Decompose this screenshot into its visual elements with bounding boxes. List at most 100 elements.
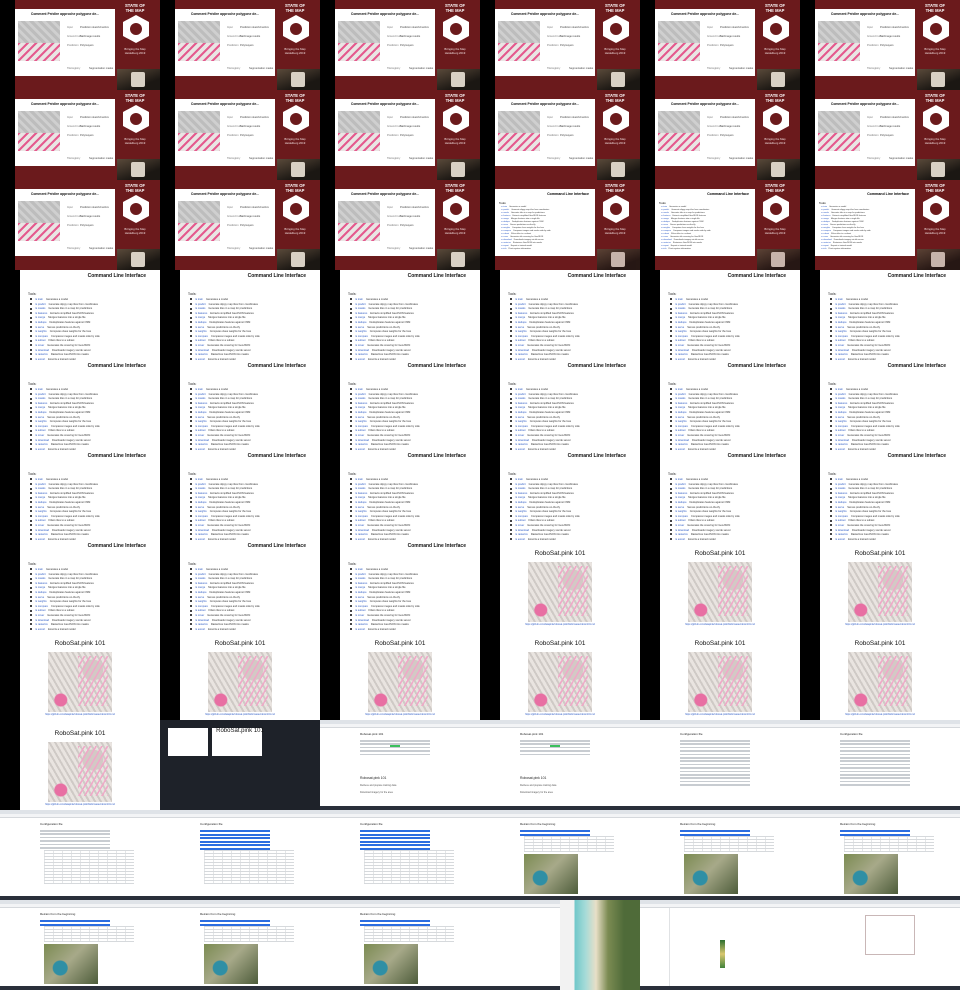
thumbnail-slide[interactable]: Comment Prédire approche polygone de... I… [0,180,160,270]
thumbnail-web-aerial[interactable]: Retrain from the beginning [800,810,960,900]
thumbnail-cli[interactable]: Command Line Interface Tools: rs train Gene… [480,270,640,360]
thumbnail-web-aerial[interactable]: Retrain from the beginning [480,810,640,900]
cli-list: rs train Generates a model rs predict Gener… [30,568,100,630]
thumbnail-web-list[interactable]: Configuration file [800,720,960,810]
thumbnail-cli[interactable]: Command Line Interface Tools: rs train Gene… [640,450,800,540]
robosat-link[interactable]: https://github.com/datapink/robosat.pink… [800,623,960,626]
thumbnail-slide-cli[interactable]: Command Line Interface Tools: rs train Gene… [640,180,800,270]
thumbnail-cli[interactable]: Command Line Interface Tools: rs train Gene… [640,360,800,450]
thumbnail-slide[interactable]: Comment Prédire approche polygone de... I… [800,0,960,90]
browser-address-bar[interactable] [160,904,320,908]
browser-address-bar[interactable] [320,724,480,728]
thumbnail-robo[interactable]: RoboSat.pink 101 https://github.com/datap… [160,630,320,720]
thumbnail-web-nb[interactable]: Robosat.pink 101 Robosat.pink 101 Retrieve… [480,720,640,810]
thumbnail-slide[interactable]: Comment Prédire approche polygone de... I… [160,0,320,90]
thumbnail-slide[interactable]: Comment Prédire approche polygone de... I… [160,90,320,180]
cli-description: Extracts simplified GeoJSON features [210,311,254,315]
browser-address-bar[interactable] [640,724,800,728]
thumbnail-slide[interactable]: Comment Prédire approche polygone de... I… [0,0,160,90]
thumbnail-cli[interactable]: Command Line Interface Tools: rs train Gene… [800,270,960,360]
browser-address-bar[interactable] [0,814,160,818]
thumbnail-robo[interactable]: RoboSat.pink 101 https://github.com/datap… [800,630,960,720]
thumbnail-web-cfg2[interactable]: Configuration file [160,810,320,900]
thumbnail-cli[interactable]: Command Line Interface Tools: rs train Gene… [800,450,960,540]
thumbnail-cli[interactable]: Command Line Interface Tools: rs train Gene… [0,450,160,540]
thumbnail-cli[interactable]: Command Line Interface Tools: rs train Gene… [640,270,800,360]
browser-address-bar[interactable] [0,904,160,908]
thumbnail-cli[interactable]: Command Line Interface Tools: rs train Gene… [480,450,640,540]
robosat-link[interactable]: https://github.com/datapink/robosat.pink… [160,713,320,716]
robosat-link[interactable]: https://github.com/datapink/robosat.pink… [640,623,800,626]
thumbnail-cli[interactable]: Command Line Interface Tools: rs train Gene… [480,360,640,450]
robosat-link[interactable]: https://github.com/datapink/robosat.pink… [320,713,480,716]
thumbnail-cli[interactable]: Command Line Interface Tools: rs train Gene… [0,540,160,630]
robosat-link[interactable]: https://github.com/datapink/robosat.pink… [640,713,800,716]
robosat-link[interactable]: https://github.com/datapink/robosat.pink… [480,623,640,626]
thumbnail-slide[interactable]: Comment Prédire approche polygone de... I… [480,90,640,180]
brand-line-2: THE MAP [125,98,145,103]
robosat-link[interactable]: https://github.com/datapink/robosat.pink… [480,713,640,716]
cli-description: Generate tiles in a map for predictions [208,397,253,401]
thumbnail-slide[interactable]: Comment Prédire approche polygone de... I… [640,90,800,180]
log-output [844,836,934,852]
thumbnail-web-aerial2[interactable]: Retrain from the beginning [160,900,320,990]
browser-address-bar[interactable] [480,814,640,818]
browser-address-bar[interactable] [640,814,800,818]
thumbnail-robo[interactable]: RoboSat.pink 101 https://github.com/datap… [800,540,960,630]
thumbnail-web-aerial[interactable]: Retrain from the beginning [640,810,800,900]
thumbnail-slide[interactable]: Comment Prédire approche polygone de... I… [800,90,960,180]
thumbnail-cli[interactable]: Command Line Interface Tools: rs train Gene… [800,360,960,450]
thumbnail-robo[interactable]: RoboSat.pink 101 https://github.com/datap… [640,540,800,630]
thumbnail-web-cfg2[interactable]: Configuration file [320,810,480,900]
thumbnail-web-aerial2[interactable]: Retrain from the beginning [0,900,160,990]
thumbnail-cli[interactable]: Command Line Interface Tools: rs train Gene… [320,360,480,450]
cli-description: Generate tiles in a map for predictions [368,487,413,491]
cli-description: Generates a model [525,298,548,301]
thumbnail-slide[interactable]: Comment Prédire approche polygone de... I… [320,0,480,90]
robosat-link[interactable]: https://github.com/datapink/robosat.pink… [0,803,160,806]
thumbnail-slide[interactable]: Comment Prédire approche polygone de... I… [640,0,800,90]
robosat-link[interactable]: https://github.com/datapink/robosat.pink… [0,713,160,716]
thumbnail-slide[interactable]: Comment Prédire approche polygone de... I… [160,180,320,270]
thumbnail-web-aerial2[interactable]: Retrain from the beginning [320,900,480,990]
thumbnail-web-nb[interactable]: Robosat.pink 101 Robosat.pink 101 Retrieve… [320,720,480,810]
thumbnail-cli[interactable]: Command Line Interface Tools: rs train Gene… [320,540,480,630]
thumbnail-cli[interactable]: Command Line Interface Tools: rs train Gene… [160,450,320,540]
thumbnail-robo[interactable]: RoboSat.pink 101 https://github.com/datap… [0,630,160,720]
slide-row-value: Sat/Image results [400,215,421,218]
thumbnail-cli[interactable]: Command Line Interface Tools: rs train Gene… [0,270,160,360]
robosat-link[interactable]: https://github.com/datapink/robosat.pink… [800,713,960,716]
thumbnail-cli[interactable]: Command Line Interface Tools: rs train Gene… [160,270,320,360]
browser-address-bar[interactable] [480,724,640,728]
browser-address-bar[interactable] [800,904,960,908]
thumbnail-cli[interactable]: Command Line Interface Tools: rs train Gene… [160,540,320,630]
thumbnail-cli[interactable]: Command Line Interface Tools: rs train Gene… [160,360,320,450]
thumbnail-slide[interactable]: Comment Prédire approche polygone de... I… [0,90,160,180]
thumbnail-cli[interactable]: Command Line Interface Tools: rs train Gene… [320,450,480,540]
thumbnail-cli[interactable]: Command Line Interface Tools: rs train Gene… [0,360,160,450]
thumbnail-slide[interactable]: Comment Prédire approche polygone de... I… [320,180,480,270]
thumbnail-slide-cli[interactable]: Command Line Interface Tools: rs train Gene… [480,180,640,270]
thumbnail-robo[interactable]: RoboSat.pink 101 https://github.com/datap… [480,630,640,720]
thumbnail-robo[interactable]: RoboSat.pink 101 https://github.com/datap… [0,720,160,810]
slide-footer-value: Segmentation masks [89,247,114,250]
browser-address-bar[interactable] [320,904,480,908]
browser-address-bar[interactable] [320,814,480,818]
thumbnail-slide[interactable]: Comment Prédire approche polygone de... I… [480,0,640,90]
thumbnail-robo[interactable]: RoboSat.pink 101 https://github.com/datap… [640,630,800,720]
thumbnail-robo[interactable]: RoboSat.pink 101 https://github.com/datap… [320,630,480,720]
thumbnail-web-sat3[interactable] [800,900,960,990]
browser-address-bar[interactable] [800,724,960,728]
thumbnail-web-sat[interactable] [480,900,640,990]
thumbnail-slide[interactable]: Comment Prédire approche polygone de... I… [320,90,480,180]
thumbnail-robo[interactable]: RoboSat.pink 101 https://github.com/datap… [480,540,640,630]
browser-address-bar[interactable] [800,814,960,818]
thumbnail-desk[interactable]: RoboSat.pink 101 [160,720,320,810]
thumbnail-web-sat2[interactable] [640,900,800,990]
thumbnail-web-list[interactable]: Configuration file [640,720,800,810]
thumbnail-web-cfg[interactable]: Configuration file [0,810,160,900]
thumbnail-cli[interactable]: Command Line Interface Tools: rs train Gene… [320,270,480,360]
browser-address-bar[interactable] [160,814,320,818]
code-line [840,743,910,745]
thumbnail-slide-cli[interactable]: Command Line Interface Tools: rs train Gene… [800,180,960,270]
